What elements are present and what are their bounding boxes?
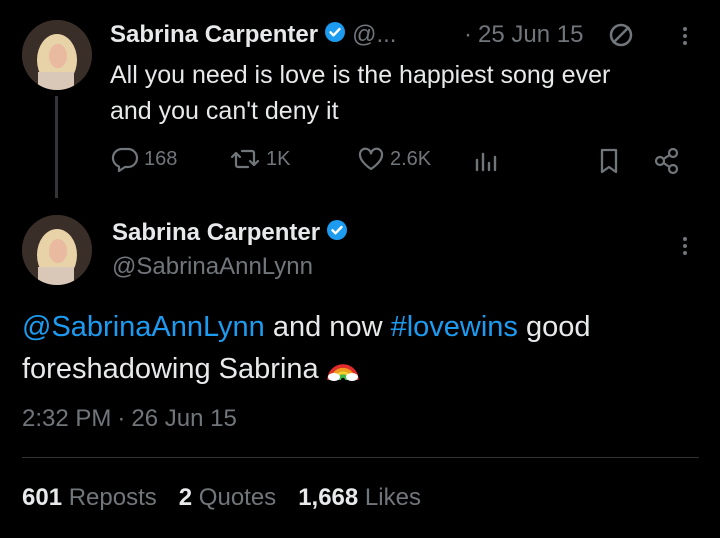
reposts-stat[interactable]: 601 Reposts xyxy=(22,480,157,516)
likes-stat[interactable]: 1,668 Likes xyxy=(298,480,421,516)
text-segment: foreshadowing Sabrina xyxy=(22,353,327,385)
repost-count: 1K xyxy=(266,147,291,170)
avatar[interactable] xyxy=(22,215,92,285)
tweet-date[interactable]: 26 Jun 15 xyxy=(131,402,236,436)
separator-dot: · xyxy=(117,405,126,432)
divider xyxy=(22,457,699,458)
bookmark-icon[interactable] xyxy=(596,147,622,180)
more-options-icon[interactable] xyxy=(683,234,687,258)
tweet-text-line: and you can't deny it xyxy=(110,97,339,125)
mention-link[interactable]: @SabrinaAnnLynn xyxy=(22,311,265,343)
rainbow-emoji xyxy=(327,352,359,394)
text-segment: good xyxy=(517,311,591,343)
tweet-text-line: @SabrinaAnnLynn and now #lovewins good xyxy=(22,306,702,348)
separator-dot: · xyxy=(464,21,472,48)
reposts-label: Reposts xyxy=(68,484,157,511)
quotes-label: Quotes xyxy=(198,484,277,511)
tweet-text-line: All you need is love is the happiest son… xyxy=(110,61,611,89)
author-handle[interactable]: @SabrinaAnnLynn xyxy=(112,252,313,282)
tweet-time[interactable]: 2:32 PM xyxy=(22,402,111,436)
like-button[interactable]: 2.6K xyxy=(356,145,431,173)
tweet-text-line: foreshadowing Sabrina xyxy=(22,348,702,394)
engagement-stats: 601 Reposts 2 Quotes 1,668 Likes xyxy=(22,480,421,516)
heart-icon xyxy=(356,145,386,173)
tweet-text: @SabrinaAnnLynn and now #lovewins good f… xyxy=(22,306,702,394)
reposts-count: 601 xyxy=(22,484,63,511)
likes-count: 1,668 xyxy=(298,484,359,511)
more-options-icon[interactable] xyxy=(683,24,687,48)
reply-icon xyxy=(110,145,140,173)
hashtag-link[interactable]: #lovewins xyxy=(391,311,518,343)
avatar[interactable] xyxy=(22,20,92,90)
text-segment: and now xyxy=(264,311,391,343)
tweet-text: All you need is love is the happiest son… xyxy=(110,57,610,129)
repost-icon xyxy=(228,145,262,173)
views-icon[interactable] xyxy=(472,148,500,179)
verified-badge-icon xyxy=(324,21,346,50)
thread-connector xyxy=(55,96,58,198)
author-name[interactable]: Sabrina Carpenter xyxy=(110,21,318,49)
share-icon[interactable] xyxy=(652,146,682,181)
verified-badge-icon xyxy=(326,219,348,248)
author-handle[interactable]: @... xyxy=(352,21,396,49)
quotes-stat[interactable]: 2 Quotes xyxy=(179,480,276,516)
repost-button[interactable]: 1K xyxy=(228,145,290,173)
tweet-date[interactable]: 25 Jun 15 xyxy=(478,21,583,49)
quotes-count: 2 xyxy=(178,484,193,511)
author-name[interactable]: Sabrina Carpenter xyxy=(112,219,320,247)
like-count: 2.6K xyxy=(390,147,432,170)
reply-button[interactable]: 168 xyxy=(110,145,177,173)
likes-label: Likes xyxy=(364,484,421,511)
no-sign-icon xyxy=(606,20,636,55)
reply-count: 168 xyxy=(144,147,178,170)
